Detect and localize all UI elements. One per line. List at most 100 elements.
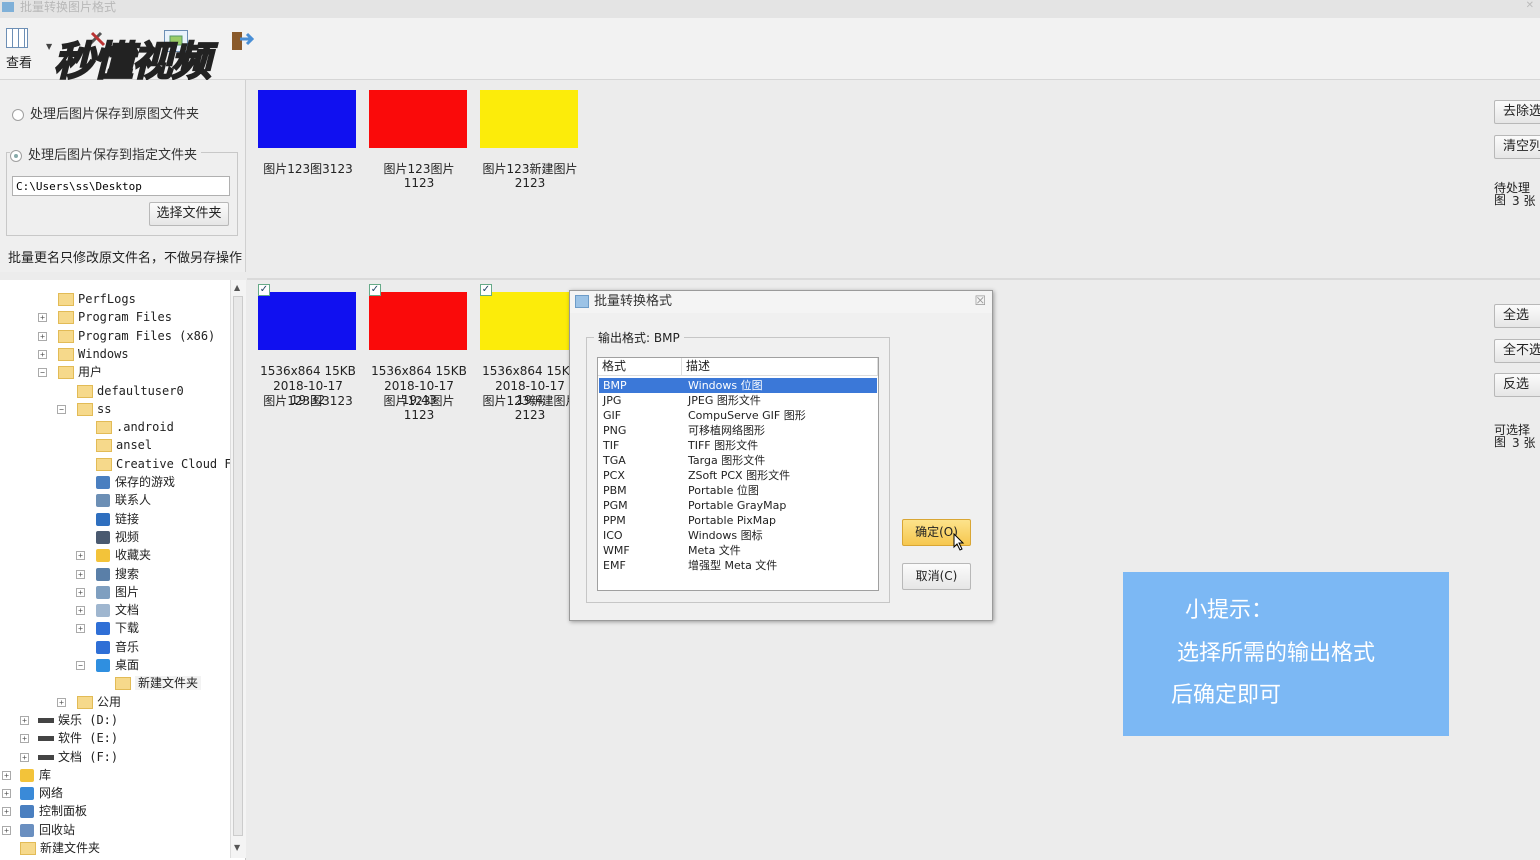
radio-save-original[interactable] — [12, 108, 24, 121]
expand-icon[interactable]: + — [2, 789, 11, 799]
choose-folder-button[interactable]: 选择文件夹 — [149, 202, 229, 226]
image-name: 图片123图片1123 — [383, 162, 455, 190]
format-list-item[interactable]: PPM Portable PixMap — [599, 513, 877, 528]
library-icon — [20, 768, 34, 782]
format-list-item[interactable]: PBM Portable 位图 — [599, 483, 877, 498]
select-all-button[interactable]: 全选 — [1494, 304, 1540, 328]
format-code: JPG — [603, 394, 622, 407]
column-header-format[interactable]: 格式 — [598, 358, 682, 376]
control-icon — [20, 805, 34, 819]
dialog-close-icon[interactable]: ☒ — [974, 294, 986, 309]
format-list-item[interactable]: PNG 可移植网络图形 — [599, 423, 877, 438]
expand-icon[interactable]: + — [20, 715, 29, 725]
invert-selection-button[interactable]: 反选 — [1494, 373, 1540, 397]
format-code: PCX — [603, 469, 625, 482]
expand-icon[interactable]: + — [2, 807, 11, 817]
collapse-icon[interactable]: − — [38, 368, 47, 378]
expand-icon[interactable]: + — [20, 752, 29, 762]
output-path-input[interactable] — [12, 176, 230, 196]
folder-icon — [58, 347, 74, 361]
format-description: TIFF 图形文件 — [688, 439, 759, 452]
select-none-button[interactable]: 全不选 — [1494, 339, 1540, 363]
expand-icon[interactable]: + — [38, 313, 47, 323]
folder-icon — [77, 402, 93, 416]
image-thumbnail[interactable] — [258, 90, 356, 148]
scroll-down-icon[interactable]: ▼ — [234, 843, 240, 852]
collapse-icon[interactable]: − — [57, 404, 66, 414]
radio-save-specified[interactable] — [10, 149, 22, 162]
image-thumbnail[interactable] — [369, 90, 467, 148]
tree-item-label: 文档 (F:) — [58, 749, 119, 764]
format-list-item[interactable]: PCX ZSoft PCX 图形文件 — [599, 468, 877, 483]
tree-item-label: 联系人 — [115, 493, 152, 508]
format-list-item[interactable]: EMF 增强型 Meta 文件 — [599, 558, 877, 573]
format-list-item[interactable]: WMF Meta 文件 — [599, 543, 877, 558]
image-thumbnail[interactable] — [480, 90, 578, 148]
format-description: JPEG 图形文件 — [688, 394, 761, 407]
format-list-item[interactable]: JPG JPEG 图形文件 — [599, 393, 877, 408]
expand-icon[interactable]: + — [20, 734, 29, 744]
image-thumbnail[interactable] — [480, 292, 578, 350]
option-save-specified[interactable]: 处理后图片保存到指定文件夹 — [10, 144, 202, 163]
format-code: WMF — [603, 544, 630, 557]
format-list-item[interactable]: GIF CompuServe GIF 图形 — [599, 408, 877, 423]
image-thumbnail[interactable] — [258, 292, 356, 350]
format-list-item[interactable]: TIF TIFF 图形文件 — [599, 438, 877, 453]
view-button[interactable]: 查看 — [6, 28, 32, 71]
format-description: Portable PixMap — [688, 514, 777, 527]
expand-icon[interactable]: + — [76, 569, 85, 579]
image-name: 图片123图片1123 — [383, 394, 455, 422]
close-window-icon[interactable]: ✕ — [1526, 0, 1534, 11]
content-divider — [247, 278, 1540, 280]
tree-item-label: 下载 — [115, 621, 140, 636]
expand-icon[interactable]: + — [38, 349, 47, 359]
folder-icon — [96, 439, 112, 453]
expand-icon[interactable]: + — [57, 697, 66, 707]
format-list-item[interactable]: TGA Targa 图形文件 — [599, 453, 877, 468]
tree-item-label: 新建文件夹 — [40, 841, 101, 855]
format-list-item[interactable]: ICO Windows 图标 — [599, 528, 877, 543]
image-checkbox[interactable]: ✓ — [480, 284, 492, 296]
image-checkbox[interactable]: ✓ — [258, 284, 270, 296]
option-save-specified-label: 处理后图片保存到指定文件夹 — [28, 148, 198, 163]
format-list-item[interactable]: BMP Windows 位图 — [599, 378, 877, 393]
format-code: BMP — [603, 379, 627, 392]
image-checkbox[interactable]: ✓ — [369, 284, 381, 296]
expand-icon[interactable]: + — [76, 551, 85, 561]
expand-icon[interactable]: + — [2, 825, 11, 835]
tree-item-label: Program Files (x86) — [78, 328, 216, 343]
folder-icon — [96, 457, 112, 471]
column-header-description[interactable]: 描述 — [682, 358, 878, 376]
format-list[interactable]: 格式 描述 BMP Windows 位图 JPG JPEG 图形文件 GIF CompuS… — [597, 357, 879, 591]
expand-icon[interactable]: + — [76, 587, 85, 597]
format-code: PBM — [603, 484, 627, 497]
tree-item-label: 图片 — [115, 584, 140, 599]
search-icon — [96, 567, 110, 581]
view-dropdown-icon[interactable]: ▼ — [46, 42, 52, 51]
option-save-original[interactable]: 处理后图片保存到原图文件夹 — [12, 103, 199, 122]
format-list-item[interactable]: PGM Portable GrayMap — [599, 498, 877, 513]
cancel-button[interactable]: 取消(C) — [902, 563, 971, 590]
mouse-cursor-icon — [953, 533, 965, 551]
scroll-up-icon[interactable]: ▲ — [234, 283, 240, 292]
clear-list-button[interactable]: 清空列 — [1494, 135, 1540, 159]
expand-icon[interactable]: + — [2, 770, 11, 780]
contacts-icon — [96, 494, 110, 508]
folder-icon — [77, 695, 93, 709]
expand-icon[interactable]: + — [38, 331, 47, 341]
expand-icon[interactable]: + — [76, 606, 85, 616]
tree-scrollbar[interactable]: ▲ ▼ — [230, 280, 246, 858]
tip-line-1: 选择所需的输出格式 — [1177, 641, 1376, 666]
tree-item-label: 保存的游戏 — [115, 475, 176, 489]
picture-icon — [96, 585, 110, 599]
format-description: ZSoft PCX 图形文件 — [688, 469, 791, 482]
tree-item-label: PerfLogs — [78, 292, 136, 306]
collapse-icon[interactable]: − — [76, 661, 85, 670]
format-description: Targa 图形文件 — [688, 454, 766, 467]
remove-selected-button[interactable]: 去除选 — [1494, 100, 1540, 124]
image-thumbnail[interactable] — [369, 292, 467, 350]
scroll-thumb[interactable] — [233, 296, 243, 836]
expand-icon[interactable]: + — [76, 624, 85, 634]
exit-icon[interactable] — [230, 30, 255, 52]
image-info: 1536x864 15KB — [482, 364, 578, 378]
